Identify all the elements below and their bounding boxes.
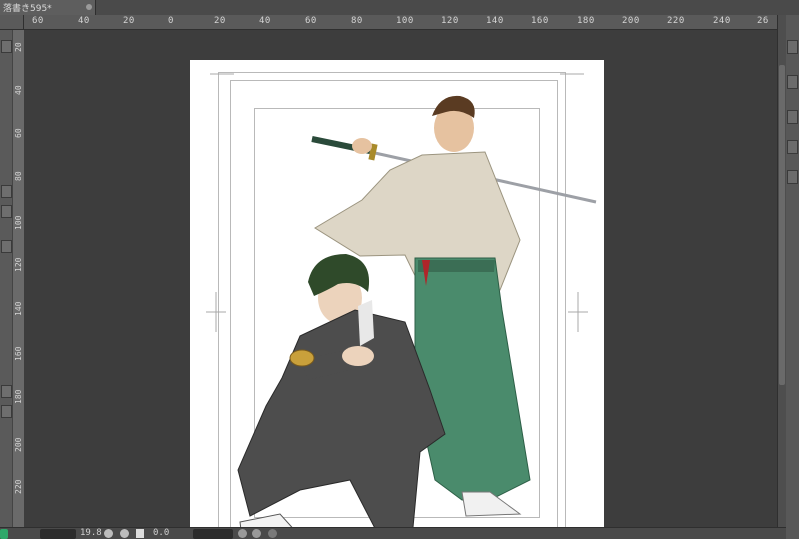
status-bar: 19.8 0.0 [0,527,786,539]
ruler-tick-label: 160 [14,346,23,361]
eraser-tool-icon[interactable] [1,185,12,198]
zoom-level[interactable]: 19.8 [80,528,102,538]
ruler-tick-label: 100 [396,16,414,26]
ruler-tick-label: 60 [305,16,317,26]
tool-button[interactable] [1,405,12,418]
vertical-ruler[interactable] [0,30,24,527]
scrollbar-thumb[interactable] [779,65,785,385]
document-tab[interactable]: 落書き595* [0,0,96,15]
ruler-tick-label: 26 [757,16,769,26]
ruler-tick-label: 60 [14,128,23,138]
close-icon[interactable] [86,4,92,10]
canvas-page[interactable] [190,60,604,539]
ruler-tick-label: 40 [78,16,90,26]
ruler-tick-label: 40 [14,85,23,95]
ruler-tick-label: 120 [14,257,23,272]
panel-button[interactable] [787,140,798,154]
rotation-slider[interactable] [193,529,233,539]
ruler-tick-label: 200 [14,437,23,452]
wrench-icon[interactable] [1,385,12,398]
ruler-tick-label: 180 [577,16,595,26]
ruler-tick-label: 80 [14,171,23,181]
zoom-in-icon[interactable] [120,529,129,538]
ruler-tick-label: 180 [14,389,23,404]
panel-button[interactable] [787,40,798,54]
ruler-tick-label: 80 [351,16,363,26]
panel-button[interactable] [787,75,798,89]
ruler-tick-label: 220 [14,479,23,494]
ruler-tick-label: 20 [214,16,226,26]
ruler-tick-label: 220 [667,16,685,26]
ruler-tick-label: 200 [622,16,640,26]
rotation-angle[interactable]: 0.0 [153,528,169,538]
canvas-workspace[interactable] [24,30,777,539]
ruler-tick-label: 140 [14,301,23,316]
ruler-tick-label: 40 [259,16,271,26]
document-tab-title: 落書き595* [3,4,52,14]
vertical-scrollbar[interactable] [777,15,786,527]
ruler-tick-label: 160 [531,16,549,26]
document-tab-bar: 落書き595* [0,0,799,15]
rotate-right-icon[interactable] [252,529,261,538]
status-indicator-icon [0,529,8,539]
artwork [237,95,597,539]
ruler-tick-label: 120 [441,16,459,26]
ruler-corner [0,15,24,30]
ruler-tick-label: 140 [486,16,504,26]
ruler-tick-label: 240 [713,16,731,26]
zoom-out-icon[interactable] [104,529,113,538]
panel-button[interactable] [787,110,798,124]
ruler-tick-label: 0 [168,16,174,26]
tool-button[interactable] [1,40,12,53]
panel-button[interactable] [787,170,798,184]
ruler-tick-label: 60 [32,16,44,26]
vertical-ruler-scale [12,30,24,527]
tool-button[interactable] [1,205,12,218]
rotate-icon[interactable] [268,529,277,538]
right-panel-strip [786,15,799,539]
ruler-tick-label: 20 [14,42,23,52]
navigator-thumbnail[interactable] [40,529,76,539]
rotate-left-icon[interactable] [238,529,247,538]
fit-icon[interactable] [136,529,144,538]
crouching-figure [237,254,446,539]
wrench-icon[interactable] [1,240,12,253]
ruler-tick-label: 100 [14,215,23,230]
ruler-tick-label: 20 [123,16,135,26]
